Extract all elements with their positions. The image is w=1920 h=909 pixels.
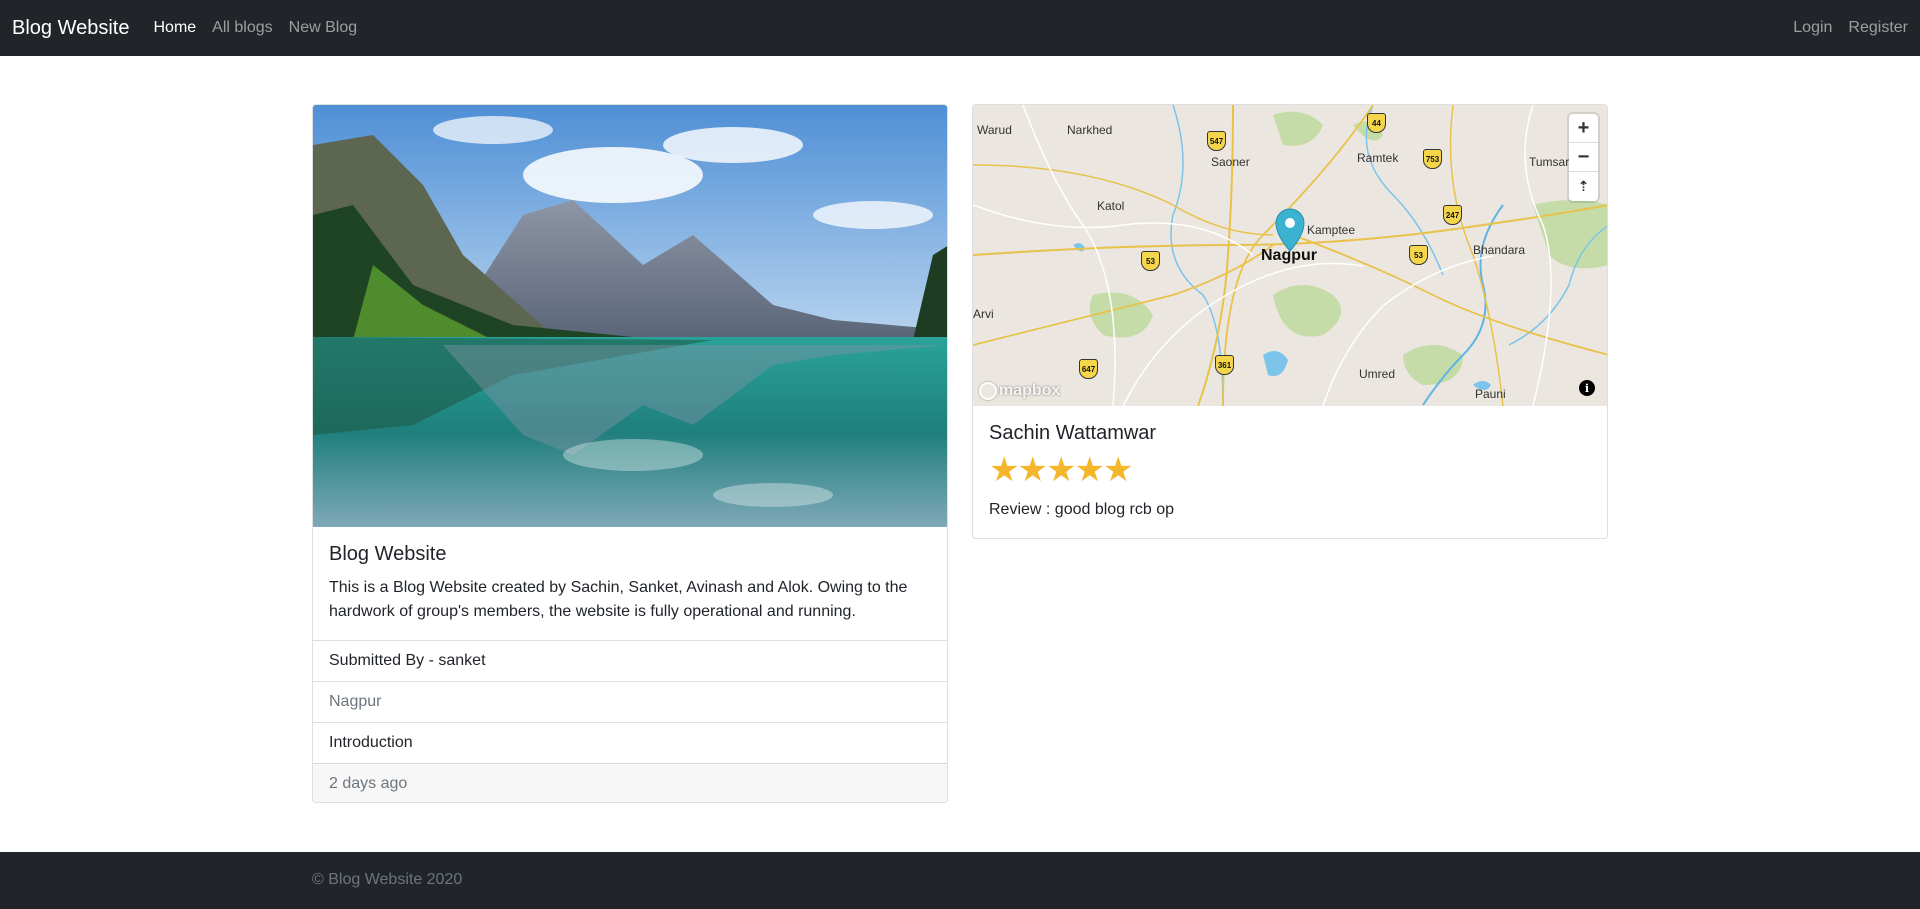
blog-location: Nagpur xyxy=(313,681,947,722)
map-controls: + − ⇡ xyxy=(1569,114,1598,201)
zoom-out-button[interactable]: − xyxy=(1569,143,1598,172)
blog-card: Blog Website This is a Blog Website crea… xyxy=(312,104,948,803)
star-icon: ★ xyxy=(1074,450,1105,490)
highway-shield: 647 xyxy=(1079,359,1098,379)
highway-shield: 753 xyxy=(1423,149,1442,169)
blog-title: Blog Website xyxy=(329,543,447,565)
highway-shield: 53 xyxy=(1409,245,1428,265)
blog-card-body: Blog Website This is a Blog Website crea… xyxy=(313,527,947,640)
map-label-narkhed: Narkhed xyxy=(1067,123,1113,137)
highway-shield: 53 xyxy=(1141,251,1160,271)
blog-time-ago: 2 days ago xyxy=(313,763,947,802)
blog-category: Introduction xyxy=(313,722,947,763)
map-label-nagpur: Nagpur xyxy=(1261,247,1317,264)
blog-description: This is a Blog Website created by Sachin… xyxy=(329,579,908,620)
nav-all-blogs[interactable]: All blogs xyxy=(212,19,272,37)
reviewer-name: Sachin Wattamwar xyxy=(989,422,1157,444)
highway-shield: 361 xyxy=(1215,355,1234,375)
nav-right: Login Register xyxy=(1777,19,1908,37)
navbar: Blog Website Home All blogs New Blog Log… xyxy=(0,0,1920,56)
star-rating: ★ ★ ★ ★ ★ xyxy=(989,453,1591,487)
review-card: Warud Narkhed Saoner Ramtek Tumsar Katol… xyxy=(972,104,1608,539)
lake-mountain-photo xyxy=(313,105,947,527)
highway-shield: 547 xyxy=(1207,131,1226,151)
location-map[interactable]: Warud Narkhed Saoner Ramtek Tumsar Katol… xyxy=(973,105,1607,406)
mapbox-logo-text: mapbox xyxy=(999,382,1061,399)
map-label-kamptee: Kamptee xyxy=(1307,223,1356,237)
mapbox-logo[interactable]: mapbox xyxy=(979,382,1060,400)
star-icon: ★ xyxy=(989,450,1020,490)
footer-copyright: © Blog Website 2020 xyxy=(312,871,463,888)
blog-image xyxy=(313,105,947,527)
review-body: Sachin Wattamwar ★ ★ ★ ★ ★ Review : good… xyxy=(973,406,1607,535)
attribution-info-icon[interactable]: i xyxy=(1579,380,1595,396)
map-label-katol: Katol xyxy=(1097,199,1125,213)
map-label-tumsar: Tumsar xyxy=(1529,155,1570,169)
nav-home[interactable]: Home xyxy=(153,19,196,37)
map-label-warud: Warud xyxy=(977,123,1012,137)
nav-login[interactable]: Login xyxy=(1793,19,1832,37)
mapbox-logo-icon xyxy=(979,382,997,400)
map-label-saoner: Saoner xyxy=(1211,155,1250,169)
review-text: Review : good blog rcb op xyxy=(989,501,1174,518)
star-icon: ★ xyxy=(1017,450,1048,490)
star-icon: ★ xyxy=(1045,450,1077,490)
star-icon: ★ xyxy=(1102,450,1134,490)
highway-shield: 44 xyxy=(1367,113,1386,133)
map-label-arvi: Arvi xyxy=(973,307,994,321)
footer: © Blog Website 2020 xyxy=(0,852,1920,909)
map-label-pauni: Pauni xyxy=(1475,387,1506,401)
map-label-ramtek: Ramtek xyxy=(1357,151,1399,165)
compass-button[interactable]: ⇡ xyxy=(1569,172,1598,201)
zoom-in-button[interactable]: + xyxy=(1569,114,1598,143)
nav-register[interactable]: Register xyxy=(1848,19,1908,37)
submitted-by: Submitted By - sanket xyxy=(313,640,947,681)
brand-link[interactable]: Blog Website xyxy=(12,17,129,40)
map-label-bhandara: Bhandara xyxy=(1473,243,1526,257)
map-label-umred: Umred xyxy=(1359,367,1396,381)
highway-shield: 247 xyxy=(1443,205,1462,225)
nav-new-blog[interactable]: New Blog xyxy=(289,19,357,37)
